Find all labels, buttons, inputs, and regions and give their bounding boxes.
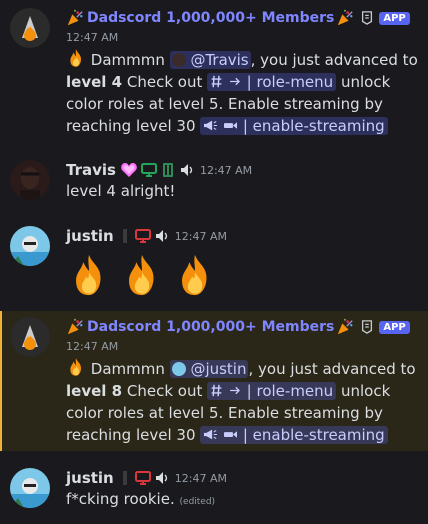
author-name[interactable]: justin bbox=[66, 227, 114, 245]
message-justin-flames: justin 12:47 AM bbox=[0, 220, 428, 310]
emoji-row bbox=[66, 252, 420, 302]
speaker-icon bbox=[154, 470, 170, 486]
party-popper-icon bbox=[336, 9, 354, 27]
megaphone-icon bbox=[203, 119, 218, 132]
greeting-text: Dammmn bbox=[90, 51, 165, 69]
timestamp[interactable]: 12:47 AM bbox=[66, 31, 420, 44]
bot-avatar[interactable] bbox=[10, 8, 50, 48]
monitor-icon bbox=[135, 470, 151, 486]
level-label: level 4 bbox=[66, 73, 123, 91]
party-popper-icon bbox=[66, 318, 84, 336]
stream-icon bbox=[223, 428, 238, 441]
speaker-icon bbox=[179, 162, 195, 178]
user-mention[interactable]: @justin bbox=[169, 360, 249, 378]
app-badge: APP bbox=[379, 320, 410, 334]
fire-emoji-icon bbox=[66, 357, 86, 377]
server-tag-icon bbox=[360, 11, 374, 25]
party-popper-icon bbox=[66, 9, 84, 27]
author-name[interactable]: justin bbox=[66, 469, 114, 487]
check-out-text: Check out bbox=[126, 382, 203, 400]
message-justin-text: justin 12:47 AM f*cking rookie. (edited) bbox=[0, 462, 428, 524]
advanced-text: , you just advanced to bbox=[250, 51, 418, 69]
hash-icon bbox=[210, 384, 223, 397]
channel-link-enable-streaming[interactable]: | enable-streaming bbox=[200, 426, 388, 444]
arrow-icon bbox=[228, 75, 242, 88]
timestamp[interactable]: 12:47 AM bbox=[175, 230, 227, 243]
channel-link-role-menu[interactable]: | role-menu bbox=[207, 73, 337, 91]
channel-link-role-menu[interactable]: | role-menu bbox=[207, 382, 337, 400]
mention-avatar-icon bbox=[171, 362, 186, 376]
check-out-text: Check out bbox=[126, 73, 203, 91]
arrow-icon bbox=[228, 384, 242, 397]
server-tag-icon bbox=[360, 320, 374, 334]
channel-link-enable-streaming[interactable]: | enable-streaming bbox=[200, 117, 388, 135]
figure-icon bbox=[122, 471, 127, 485]
message-bot-level4: Dadscord 1,000,000+ Members APP 12:47 AM… bbox=[0, 0, 428, 150]
fire-emoji-icon bbox=[172, 252, 218, 298]
author-name[interactable]: Dadscord 1,000,000+ Members bbox=[87, 10, 334, 26]
fire-emoji-icon bbox=[66, 48, 86, 68]
message-text: level 4 alright! bbox=[66, 182, 176, 200]
monitor-icon bbox=[141, 162, 157, 178]
level-label: level 8 bbox=[66, 382, 123, 400]
timestamp[interactable]: 12:47 AM bbox=[175, 472, 227, 485]
chip-icon bbox=[160, 162, 176, 178]
greeting-text: Dammmn bbox=[90, 360, 165, 378]
user-mention[interactable]: @Travis bbox=[169, 51, 251, 69]
message-travis: Travis 12:47 AM level 4 alright! bbox=[0, 155, 428, 210]
message-text: f*cking rookie. bbox=[66, 490, 175, 508]
monitor-icon bbox=[135, 228, 151, 244]
hash-icon bbox=[210, 75, 223, 88]
stream-icon bbox=[223, 119, 238, 132]
fire-emoji-icon bbox=[119, 252, 165, 298]
travis-avatar[interactable] bbox=[10, 160, 50, 200]
fire-emoji-icon bbox=[66, 252, 112, 298]
megaphone-icon bbox=[203, 428, 218, 441]
author-name[interactable]: Travis bbox=[66, 161, 116, 179]
bot-avatar[interactable] bbox=[10, 317, 50, 357]
party-popper-icon bbox=[336, 318, 354, 336]
justin-avatar[interactable] bbox=[10, 468, 50, 508]
edited-label: (edited) bbox=[179, 497, 216, 507]
timestamp[interactable]: 12:47 AM bbox=[66, 340, 420, 353]
app-badge: APP bbox=[379, 11, 410, 25]
justin-avatar[interactable] bbox=[10, 226, 50, 266]
message-bot-level8: Dadscord 1,000,000+ Members APP 12:47 AM… bbox=[0, 311, 428, 451]
speaker-icon bbox=[154, 228, 170, 244]
timestamp[interactable]: 12:47 AM bbox=[200, 164, 252, 177]
figure-icon bbox=[122, 229, 127, 243]
advanced-text: , you just advanced to bbox=[248, 360, 416, 378]
heart-icon bbox=[120, 162, 138, 178]
mention-avatar-icon bbox=[171, 53, 186, 67]
author-name[interactable]: Dadscord 1,000,000+ Members bbox=[87, 319, 334, 335]
